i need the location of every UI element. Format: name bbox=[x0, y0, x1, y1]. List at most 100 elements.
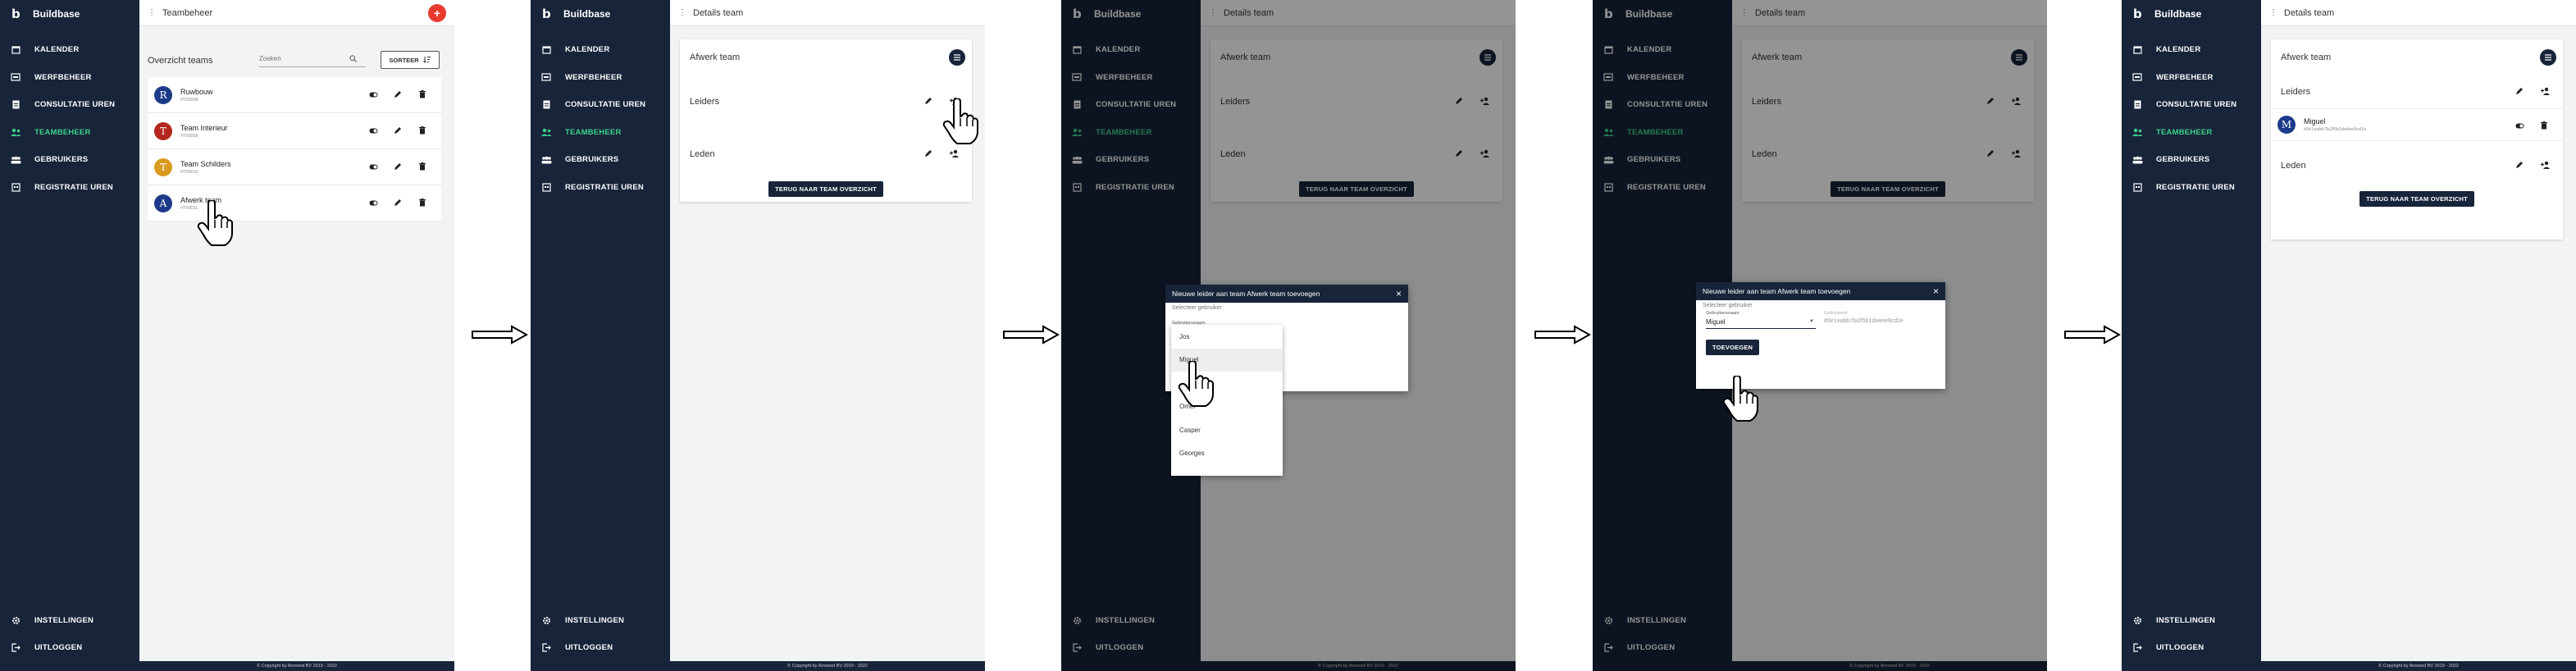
worksite-icon bbox=[10, 73, 21, 81]
nav-label: WERFBEHEER bbox=[34, 72, 92, 82]
sidebar: b Buildbase KALENDER WERFBEHEER CONSULTA… bbox=[531, 0, 670, 671]
brand-logo: b bbox=[542, 7, 551, 21]
nav-item-werfbeheer[interactable]: WERFBEHEER bbox=[0, 64, 139, 92]
nav-item-teambeheer[interactable]: TEAMBEHEER bbox=[2122, 119, 2261, 147]
sort-icon bbox=[422, 56, 431, 65]
team-row[interactable]: T Team Interieur #T00009 bbox=[148, 113, 441, 149]
main-content: ⋮ Teambeheer + Overzicht teams SORTEER R… bbox=[139, 0, 454, 671]
topbar: ⋮ Details team bbox=[2261, 0, 2576, 26]
add-button[interactable]: TOEVOEGEN bbox=[1706, 340, 1760, 355]
nav-label: REGISTRATIE UREN bbox=[34, 182, 113, 192]
nav-item-teambeheer[interactable]: TEAMBEHEER bbox=[0, 119, 139, 147]
toggle-icon[interactable] bbox=[367, 197, 379, 208]
page-title: Teambeheer bbox=[162, 7, 213, 18]
team-id: #T00009 bbox=[180, 133, 198, 139]
nav-item-consultatie-uren[interactable]: CONSULTATIE UREN bbox=[0, 91, 139, 119]
dialog-subtitle: Selecteer gebruiker bbox=[1172, 305, 1222, 311]
nav-item-werfbeheer[interactable]: WERFBEHEER bbox=[2122, 64, 2261, 92]
close-icon[interactable]: × bbox=[1933, 285, 1939, 297]
delete-icon[interactable] bbox=[417, 197, 428, 208]
edit-icon[interactable] bbox=[923, 95, 934, 107]
logout-icon bbox=[10, 643, 21, 652]
username-select[interactable]: Gebruikersnaam Miguel ▼ bbox=[1706, 311, 1816, 329]
nav-item-kalender[interactable]: KALENDER bbox=[0, 36, 139, 64]
brand[interactable]: b Buildbase bbox=[2133, 7, 2201, 21]
nav-item-werfbeheer[interactable]: WERFBEHEER bbox=[531, 64, 670, 92]
dropdown-option[interactable]: Casper bbox=[1171, 418, 1283, 442]
gear-icon bbox=[2131, 616, 2143, 625]
edit-icon[interactable] bbox=[2514, 85, 2525, 97]
nav-item-kalender[interactable]: KALENDER bbox=[2122, 36, 2261, 64]
nav-item-registratie-uren[interactable]: REGISTRATIE UREN bbox=[531, 174, 670, 202]
delete-icon[interactable] bbox=[417, 125, 428, 136]
overview-title: Overzicht teams bbox=[148, 56, 213, 66]
nav-item-uitloggen[interactable]: UITLOGGEN bbox=[2122, 634, 2261, 661]
footer: © Copyright by Arrowed BV 2019 - 2022 bbox=[139, 661, 454, 671]
dialog-subtitle: Selecteer gebruiker bbox=[1703, 303, 1753, 308]
nav-item-consultatie-uren[interactable]: CONSULTATIE UREN bbox=[2122, 91, 2261, 119]
nav-label: CONSULTATIE UREN bbox=[34, 100, 116, 110]
logout-icon bbox=[2131, 643, 2143, 652]
edit-icon[interactable] bbox=[2514, 159, 2525, 171]
nav-item-uitloggen[interactable]: UITLOGGEN bbox=[0, 634, 139, 661]
toggle-icon[interactable] bbox=[367, 125, 379, 136]
nav-item-gebruikers[interactable]: GEBRUIKERS bbox=[531, 146, 670, 174]
add-person-icon[interactable] bbox=[2540, 159, 2551, 171]
toggle-icon[interactable] bbox=[367, 89, 379, 100]
nav-label: CONSULTATIE UREN bbox=[565, 100, 646, 110]
logout-icon bbox=[540, 643, 552, 652]
menu-dots-icon[interactable]: ⋮ bbox=[148, 8, 156, 17]
team-menu-button[interactable] bbox=[949, 49, 965, 66]
team-row[interactable]: R Ruwbouw #T00008 bbox=[148, 77, 441, 113]
edit-icon[interactable] bbox=[392, 125, 403, 136]
menu-dots-icon[interactable]: ⋮ bbox=[678, 8, 686, 17]
nav-item-instellingen[interactable]: INSTELLINGEN bbox=[0, 607, 139, 634]
nav-item-registratie-uren[interactable]: REGISTRATIE UREN bbox=[0, 174, 139, 202]
edit-icon[interactable] bbox=[392, 161, 403, 172]
add-person-icon[interactable] bbox=[949, 148, 960, 159]
nav-item-uitloggen[interactable]: UITLOGGEN bbox=[531, 634, 670, 661]
dropdown-option[interactable]: Georges bbox=[1171, 442, 1283, 466]
back-to-overview-button[interactable]: TERUG NAAR TEAM OVERZICHT bbox=[2359, 191, 2474, 207]
toggle-icon[interactable] bbox=[2514, 120, 2525, 131]
leader-row[interactable]: M Miguel #0e1eabb7fa2f5b1da4ee9cd1e bbox=[2271, 108, 2563, 141]
brand[interactable]: b Buildbase bbox=[11, 7, 80, 21]
leaders-section: Leiders bbox=[2271, 75, 2563, 108]
nav-item-gebruikers[interactable]: GEBRUIKERS bbox=[0, 146, 139, 174]
team-row[interactable]: A Afwerk team #T00011 bbox=[148, 185, 441, 221]
sort-button[interactable]: SORTEER bbox=[381, 51, 440, 69]
brand[interactable]: b Buildbase bbox=[542, 7, 610, 21]
delete-icon[interactable] bbox=[2538, 120, 2550, 131]
edit-icon[interactable] bbox=[392, 89, 403, 100]
team-row[interactable]: T Team Schilders #T00010 bbox=[148, 149, 441, 185]
calendar-icon bbox=[540, 45, 552, 54]
members-section: Leden bbox=[2271, 141, 2563, 190]
back-to-overview-button[interactable]: TERUG NAAR TEAM OVERZICHT bbox=[768, 181, 883, 197]
add-person-icon[interactable] bbox=[2540, 85, 2551, 97]
nav-item-consultatie-uren[interactable]: CONSULTATIE UREN bbox=[531, 91, 670, 119]
nav-item-teambeheer[interactable]: TEAMBEHEER bbox=[531, 119, 670, 147]
registration-icon bbox=[2131, 183, 2143, 192]
nav-item-gebruikers[interactable]: GEBRUIKERS bbox=[2122, 146, 2261, 174]
step-arrow-icon bbox=[2064, 325, 2121, 345]
nav-item-instellingen[interactable]: INSTELLINGEN bbox=[2122, 607, 2261, 634]
dropdown-option[interactable]: Jos bbox=[1171, 325, 1283, 349]
step-arrow-icon bbox=[1003, 325, 1060, 345]
footer: © Copyright by Arrowed BV 2019 - 2022 bbox=[2261, 661, 2576, 671]
search-icon[interactable] bbox=[349, 52, 357, 66]
delete-icon[interactable] bbox=[417, 89, 428, 100]
search-input[interactable] bbox=[259, 55, 349, 62]
edit-icon[interactable] bbox=[392, 197, 403, 208]
delete-icon[interactable] bbox=[417, 161, 428, 172]
main-content: ⋮ Details team Afwerk team Leiders Leden bbox=[670, 0, 985, 671]
menu-dots-icon[interactable]: ⋮ bbox=[2269, 8, 2277, 17]
step-arrow-icon bbox=[472, 325, 528, 345]
nav-item-kalender[interactable]: KALENDER bbox=[531, 36, 670, 64]
team-menu-button[interactable] bbox=[2540, 49, 2556, 66]
nav-item-instellingen[interactable]: INSTELLINGEN bbox=[531, 607, 670, 634]
nav-item-registratie-uren[interactable]: REGISTRATIE UREN bbox=[2122, 174, 2261, 202]
close-icon[interactable]: × bbox=[1396, 288, 1402, 299]
add-team-button[interactable]: + bbox=[428, 4, 446, 22]
edit-icon[interactable] bbox=[923, 148, 934, 159]
toggle-icon[interactable] bbox=[367, 161, 379, 172]
